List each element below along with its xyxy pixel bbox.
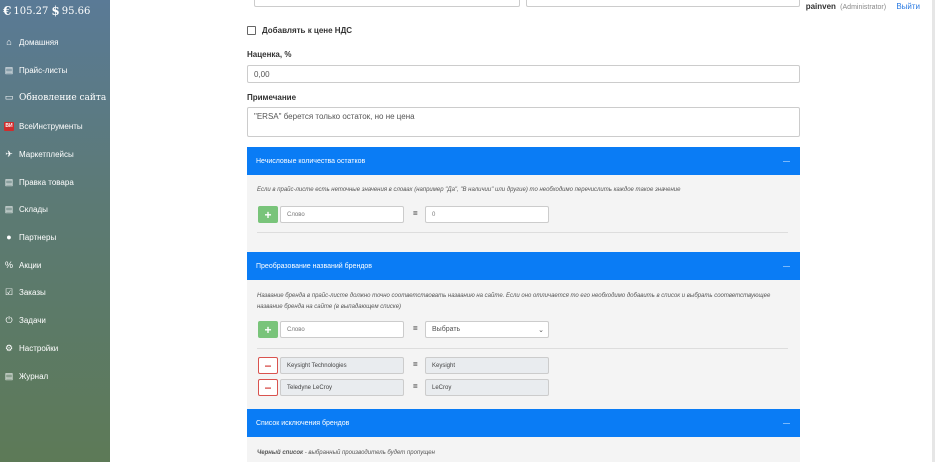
currency-rates: € 105.27 $ 95.66 [0,0,110,22]
panel-brands-body: Название бренда в прайс-листе должно точ… [247,280,800,409]
blacklist-term: Черный список [257,450,304,456]
panel-brands-header[interactable]: Преобразование названий брендов — [247,252,800,280]
collapse-icon[interactable]: — [783,420,790,427]
brand-to-value: Keysight [425,357,549,374]
vseinstrumenty-logo-icon: ВИ [4,121,14,131]
brand-to-value: LeCroy [425,379,549,396]
sidebar-item-label: Настройки [19,343,59,353]
power-icon: ⏻ [5,314,13,325]
value-input[interactable]: 0 [425,206,549,223]
sidebar-item-vseinstrumenty[interactable]: ВИ ВсеИнструменты [0,116,110,136]
sidebar-item-warehouses[interactable]: ▤ Склады [0,199,110,219]
equals-sign: = [413,324,418,333]
remove-brand-button[interactable]: − [258,379,278,396]
sidebar-item-partners[interactable]: ● Партнеры [0,227,110,247]
blacklist-text: - выбранный производитель будет пропущен [303,450,435,456]
brand-word-input[interactable]: Слово [280,321,404,338]
window-icon: ▭ [4,93,14,103]
euro-rate: 105.27 [13,5,49,17]
add-word-button[interactable]: + [258,206,278,223]
main-content: painven (Administrator) Выйти Добавлять … [110,0,935,462]
sidebar-item-site-update[interactable]: ▭ Обновление сайта [0,88,110,108]
word-input[interactable]: Слово [280,206,404,223]
warehouse-icon: ▤ [4,203,14,214]
sidebar-item-label: Правка товара [19,177,74,187]
note-label: Примечание [247,93,297,102]
sidebar-item-marketplaces[interactable]: ✈ Маркетплейсы [0,144,110,164]
note-textarea[interactable]: "ERSA" берется только остаток, но не цен… [247,107,800,137]
percent-icon: % [4,260,13,270]
panel-nonnumeric-body: Если в прайс-листе есть неточные значени… [247,175,800,252]
vat-checkbox[interactable] [247,26,256,35]
vat-label: Добавлять к цене НДС [262,26,353,35]
username: painven [805,2,836,11]
list-icon: ▤ [4,64,14,75]
sidebar-item-pricelists[interactable]: ▤ Прайс-листы [0,60,110,80]
sidebar-item-label: ВсеИнструменты [19,121,83,131]
checkbox-icon: ☑ [4,286,14,297]
sidebar-item-settings[interactable]: ⚙ Настройки [0,338,110,358]
panel-title: Преобразование названий брендов [256,262,373,270]
equals-sign: = [413,360,418,369]
usd-rate: 95.66 [61,5,91,17]
chevron-down-icon: ⌄ [538,326,544,334]
markup-input[interactable]: 0,00 [247,65,800,83]
euro-icon: € [3,4,12,18]
markup-label: Наценка, % [247,50,292,59]
collapse-icon[interactable]: — [783,158,790,165]
sidebar-item-journal[interactable]: ▤ Журнал [0,366,110,386]
panel-exclusions-header[interactable]: Список исключения брендов — [247,409,800,437]
divider [257,348,788,349]
sidebar: € 105.27 $ 95.66 ⌂ Домашняя ▤ Прайс-лист… [0,0,110,462]
sidebar-item-label: Домашняя [19,37,59,47]
top-input-right[interactable] [526,0,800,7]
sidebar-item-home[interactable]: ⌂ Домашняя [0,32,110,52]
brand-from-value: Teledyne LeCroy [280,379,404,396]
sidebar-item-label: Заказы [19,287,46,297]
sidebar-item-tasks[interactable]: ⏻ Задачи [0,310,110,330]
panel-description: Если в прайс-листе есть неточные значени… [257,187,681,193]
equals-sign: = [413,209,418,218]
sidebar-item-label: Обновление сайта [19,93,107,103]
sidebar-item-promotions[interactable]: % Акции [0,255,110,275]
blacklist-description: Черный список - выбранный производитель … [257,448,790,459]
grid-icon: ▤ [4,176,14,187]
sidebar-item-orders[interactable]: ☑ Заказы [0,282,110,302]
remove-brand-button[interactable]: − [258,357,278,374]
divider [257,232,788,233]
sidebar-item-label: Задачи [19,315,46,325]
panel-nonnumeric-header[interactable]: Нечисловые количества остатков — [247,147,800,175]
panel-exclusions-body: Черный список - выбранный производитель … [247,437,800,462]
equals-sign: = [413,382,418,391]
user-role: (Administrator) [840,4,887,11]
user-info: painven (Administrator) Выйти [806,2,920,11]
top-input-left[interactable] [254,0,520,7]
logout-link[interactable]: Выйти [896,2,920,11]
sidebar-item-label: Акции [19,260,42,270]
gear-icon: ⚙ [4,342,14,353]
panel-description: Название бренда в прайс-листе должно точ… [257,293,771,310]
sidebar-item-label: Партнеры [19,232,57,242]
vat-row[interactable]: Добавлять к цене НДС [247,26,352,35]
panel-title: Нечисловые количества остатков [256,157,366,165]
marketplace-icon: ✈ [5,148,13,159]
sidebar-item-label: Склады [19,204,48,214]
sidebar-item-product-edit[interactable]: ▤ Правка товара [0,172,110,192]
sidebar-item-label: Прайс-листы [19,65,68,75]
brand-select-value: Выбрать [432,326,461,333]
add-brand-button[interactable]: + [258,321,278,338]
sidebar-item-label: Маркетплейсы [19,149,74,159]
home-icon: ⌂ [6,37,12,47]
brand-from-value: Keysight Technologies [280,357,404,374]
user-icon: ● [6,232,12,242]
brand-select[interactable]: Выбрать ⌄ [425,321,549,338]
dollar-icon: $ [51,4,60,18]
collapse-icon[interactable]: — [783,263,790,270]
book-icon: ▤ [4,370,14,381]
panel-title: Список исключения брендов [256,419,350,427]
sidebar-item-label: Журнал [19,371,49,381]
